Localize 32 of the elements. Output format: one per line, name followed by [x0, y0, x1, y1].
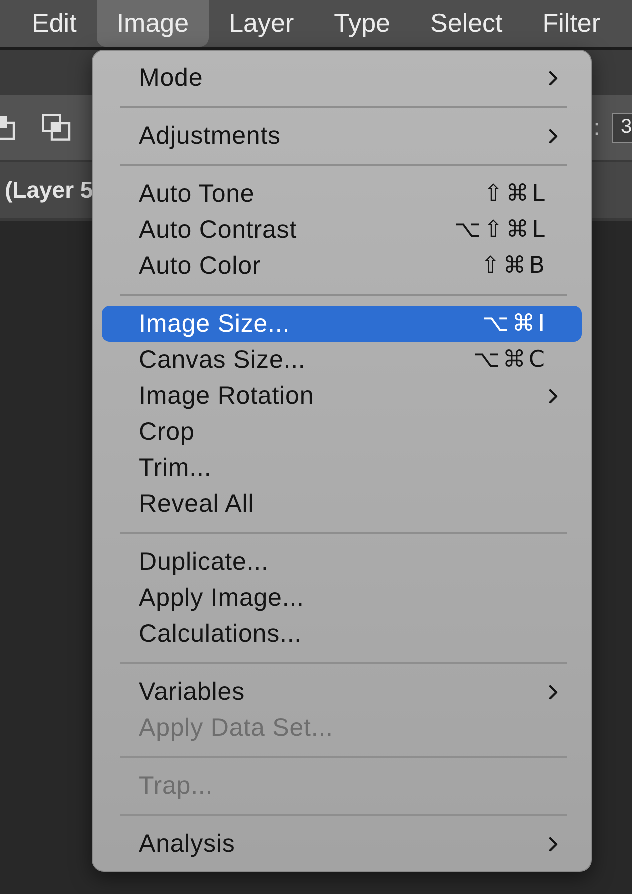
menu-item[interactable]: Image Size... ⌥⌘I [102, 306, 582, 342]
menu-bar-item[interactable]: Type [314, 0, 410, 47]
menu-item[interactable]: Adjustments [102, 118, 582, 154]
menu-item[interactable]: Analysis [102, 826, 582, 862]
menu-item[interactable]: Mode [102, 60, 582, 96]
menu-bar-item[interactable]: Select [410, 0, 523, 47]
menu-bar-item[interactable]: Image [96, 0, 210, 47]
menu-item[interactable]: Reveal All [102, 486, 582, 522]
menu-item[interactable]: Auto Color ⇧⌘B [102, 248, 582, 284]
menu-item[interactable]: Image Rotation [102, 378, 582, 414]
menu-bar-item[interactable]: Layer [209, 0, 314, 47]
shortcut-text: ⇧⌘B [480, 253, 548, 279]
menu-item[interactable]: Duplicate... [102, 544, 582, 580]
menu-bar-item[interactable]: Edit [12, 0, 97, 47]
shortcut-text: ⌥⌘I [482, 311, 548, 337]
overlapping-squares-icon[interactable] [42, 114, 71, 141]
shortcut-text: ⇧⌘L [484, 181, 548, 207]
menu-item[interactable]: Auto Contrast ⌥⇧⌘L [102, 212, 582, 248]
document-tab[interactable]: (Layer 5 [0, 176, 94, 204]
menu-item[interactable]: Crop [102, 414, 582, 450]
menu-item[interactable]: Calculations... [102, 616, 582, 652]
shortcut-text: ⌥⇧⌘L [454, 217, 548, 243]
overlapping-squares-icon[interactable] [0, 114, 16, 140]
menu-item[interactable]: Trim... [102, 450, 582, 486]
menu-bar-item[interactable]: Filter [522, 0, 621, 47]
field-label: : [594, 114, 600, 140]
menu-item[interactable]: Canvas Size... ⌥⌘C [102, 342, 582, 378]
menu-item[interactable]: Auto Tone ⇧⌘L [102, 176, 582, 212]
menu-item[interactable]: Variables [102, 674, 582, 710]
menu-item[interactable]: Apply Image... [102, 580, 582, 616]
input-field[interactable]: 3 [612, 112, 632, 142]
shortcut-text: ⌥⌘C [473, 347, 548, 373]
